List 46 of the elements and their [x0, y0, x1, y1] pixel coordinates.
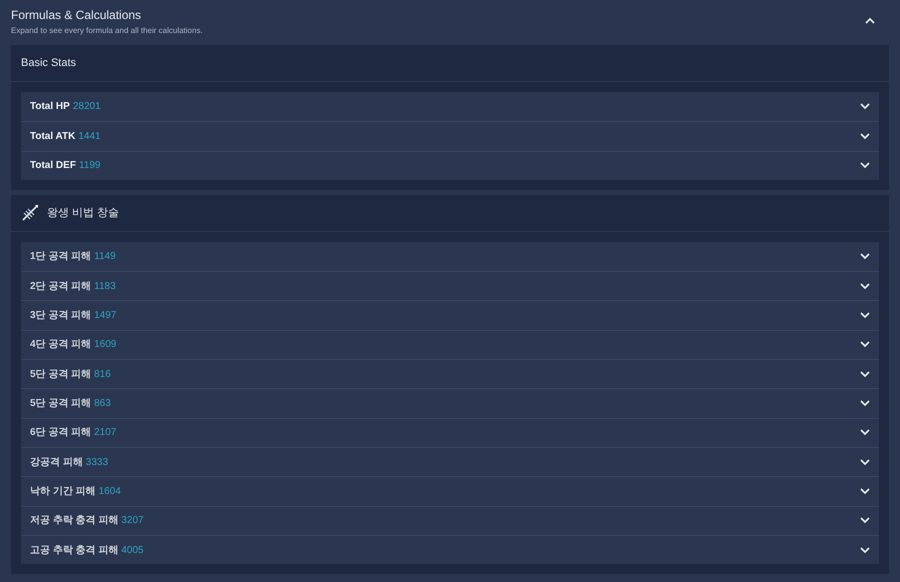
row-label: 6단 공격 피해	[30, 426, 92, 440]
formula-row[interactable]: 고공 추락 충격 피해 4005	[21, 534, 879, 564]
formula-row[interactable]: Total DEF 1199	[21, 150, 879, 180]
row-value: 1183	[94, 280, 116, 294]
row-value: 4005	[121, 544, 144, 558]
formula-row[interactable]: Total HP 28201	[21, 92, 879, 122]
row-value: 1149	[94, 250, 116, 264]
row-label: 저공 추락 충격 피해	[30, 514, 118, 528]
formula-row[interactable]: 낙하 기간 피해 1604	[21, 476, 879, 506]
row-value: 816	[94, 368, 111, 382]
formula-row[interactable]: 3단 공격 피해 1497	[21, 300, 879, 330]
row-label: 5단 공격 피해	[30, 397, 92, 412]
row-value: 1199	[78, 159, 100, 174]
row-value: 28201	[72, 100, 101, 114]
formula-row[interactable]: 저공 추락 충격 피해 3207	[21, 506, 879, 535]
formula-row[interactable]: 1단 공격 피해 1149	[21, 242, 879, 272]
row-label: Total DEF	[30, 159, 76, 174]
row-value: 1497	[94, 309, 116, 324]
row-value: 2107	[94, 426, 116, 440]
formula-row[interactable]: 4단 공격 피해 1609	[21, 330, 879, 360]
panel-title: Formulas & Calculations	[11, 7, 142, 23]
formula-row[interactable]: 2단 공격 피해 1183	[21, 271, 879, 300]
row-value: 1604	[98, 484, 121, 499]
row-label: 낙하 기간 피해	[30, 484, 96, 499]
row-value: 1609	[94, 338, 116, 352]
row-label: Total HP	[30, 100, 70, 114]
formula-row[interactable]: 5단 공격 피해 863	[21, 388, 879, 418]
formula-row[interactable]: Total ATK 1441	[21, 121, 879, 151]
formula-row[interactable]: 강공격 피해 3333	[21, 446, 879, 476]
row-label: 고공 추락 충격 피해	[30, 544, 118, 558]
row-value: 1441	[78, 130, 101, 144]
row-label: 5단 공격 피해	[30, 368, 92, 382]
row-value: 3333	[86, 456, 108, 470]
formula-row[interactable]: 5단 공격 피해 816	[21, 359, 879, 388]
row-label: Total ATK	[30, 130, 76, 144]
row-value: 863	[94, 397, 111, 412]
section-title: 왕생 비법 창술	[47, 206, 120, 221]
panel-subtitle: Expand to see every formula and all their calculations.	[11, 26, 203, 36]
row-value: 3207	[121, 514, 144, 528]
row-label: 1단 공격 피해	[30, 250, 92, 264]
section-title: Basic Stats	[21, 56, 76, 71]
row-label: 강공격 피해	[30, 456, 83, 470]
row-label: 3단 공격 피해	[30, 309, 92, 324]
row-label: 4단 공격 피해	[30, 338, 92, 352]
row-label: 2단 공격 피해	[30, 280, 92, 294]
formula-row[interactable]: 6단 공격 피해 2107	[21, 418, 879, 447]
